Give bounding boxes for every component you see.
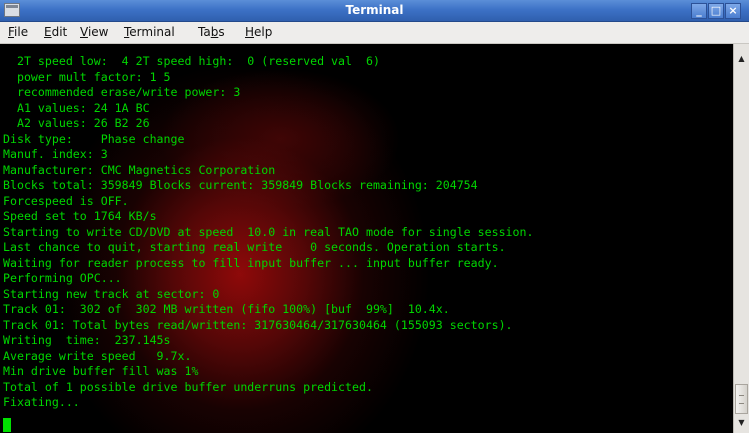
terminal-lines: 2T speed low: 4 2T speed high: 0 (reserv… [3, 54, 533, 411]
close-button[interactable]: × [725, 3, 741, 19]
terminal-line: Min drive buffer fill was 1% [3, 364, 199, 378]
maximize-button[interactable]: □ [708, 3, 724, 19]
terminal-line: 2T speed low: 4 2T speed high: 0 (reserv… [3, 54, 380, 68]
menu-tabs-prefix: Ta [198, 25, 211, 39]
scroll-down-arrow-icon[interactable]: ▼ [734, 416, 749, 430]
terminal-line: Total of 1 possible drive buffer underru… [3, 379, 373, 394]
menu-terminal[interactable]: Terminal [124, 22, 175, 43]
menu-tabs-label: s [218, 25, 225, 39]
terminal-line: Starting new track at sector: 0 [3, 286, 220, 301]
menu-edit[interactable]: Edit [44, 22, 67, 43]
terminal-line: A2 values: 26 B2 26 [3, 116, 150, 130]
terminal-line: Fixating... [3, 395, 80, 409]
menu-edit-label: dit [51, 25, 68, 39]
minimize-button[interactable]: _ [691, 3, 707, 19]
terminal-line: Performing OPC... [3, 271, 122, 285]
terminal-line: recommended erase/write power: 3 [3, 85, 241, 99]
terminal-line: Speed set to 1764 KB/s [3, 209, 157, 223]
window-title: Terminal [345, 3, 404, 17]
terminal-cursor [3, 418, 11, 432]
terminal-output-area[interactable]: 2T speed low: 4 2T speed high: 0 (reserv… [0, 44, 733, 433]
terminal-line: A1 values: 24 1A BC [3, 100, 150, 115]
terminal-line: Track 01: Total bytes read/written: 3176… [3, 317, 513, 332]
menu-help-mnemonic: H [245, 25, 255, 39]
menu-view-label: iew [87, 25, 109, 39]
terminal-line: Waiting for reader process to fill input… [3, 255, 499, 270]
terminal-line: Average write speed 9.7x. [3, 348, 192, 363]
menu-terminal-label: erminal [129, 25, 175, 39]
terminal-line: Manufacturer: CMC Magnetics Corporation [3, 162, 276, 177]
terminal-window: Terminal _ □ × File Edit View Terminal T… [0, 0, 749, 433]
vertical-scrollbar[interactable]: ▲ ▼ [733, 44, 749, 433]
title-bar[interactable]: Terminal _ □ × [0, 0, 749, 22]
menu-view[interactable]: View [80, 22, 108, 43]
menu-file-label: ile [14, 25, 29, 39]
scroll-up-arrow-icon[interactable]: ▲ [734, 52, 749, 66]
terminal-line: power mult factor: 1 5 [3, 69, 171, 84]
menu-bar: File Edit View Terminal Tabs Help [0, 22, 749, 44]
terminal-line: Manuf. index: 3 [3, 147, 108, 161]
terminal-line: Last chance to quit, starting real write… [3, 240, 506, 254]
menu-tabs[interactable]: Tabs [198, 22, 225, 43]
terminal-line: Forcespeed is OFF. [3, 193, 129, 208]
terminal-line: Blocks total: 359849 Blocks current: 359… [3, 178, 478, 192]
menu-file[interactable]: File [8, 22, 28, 43]
terminal-line: Starting to write CD/DVD at speed 10.0 i… [3, 224, 534, 239]
menu-help[interactable]: Help [245, 22, 272, 43]
terminal-line: Writing time: 237.145s [3, 333, 171, 347]
menu-help-label: elp [254, 25, 273, 39]
terminal-line: Disk type: Phase change [3, 131, 185, 146]
menu-edit-mnemonic: E [44, 25, 52, 39]
menu-view-mnemonic: V [80, 25, 88, 39]
terminal-line: Track 01: 302 of 302 MB written (fifo 10… [3, 302, 450, 316]
scrollbar-thumb[interactable] [735, 384, 748, 414]
